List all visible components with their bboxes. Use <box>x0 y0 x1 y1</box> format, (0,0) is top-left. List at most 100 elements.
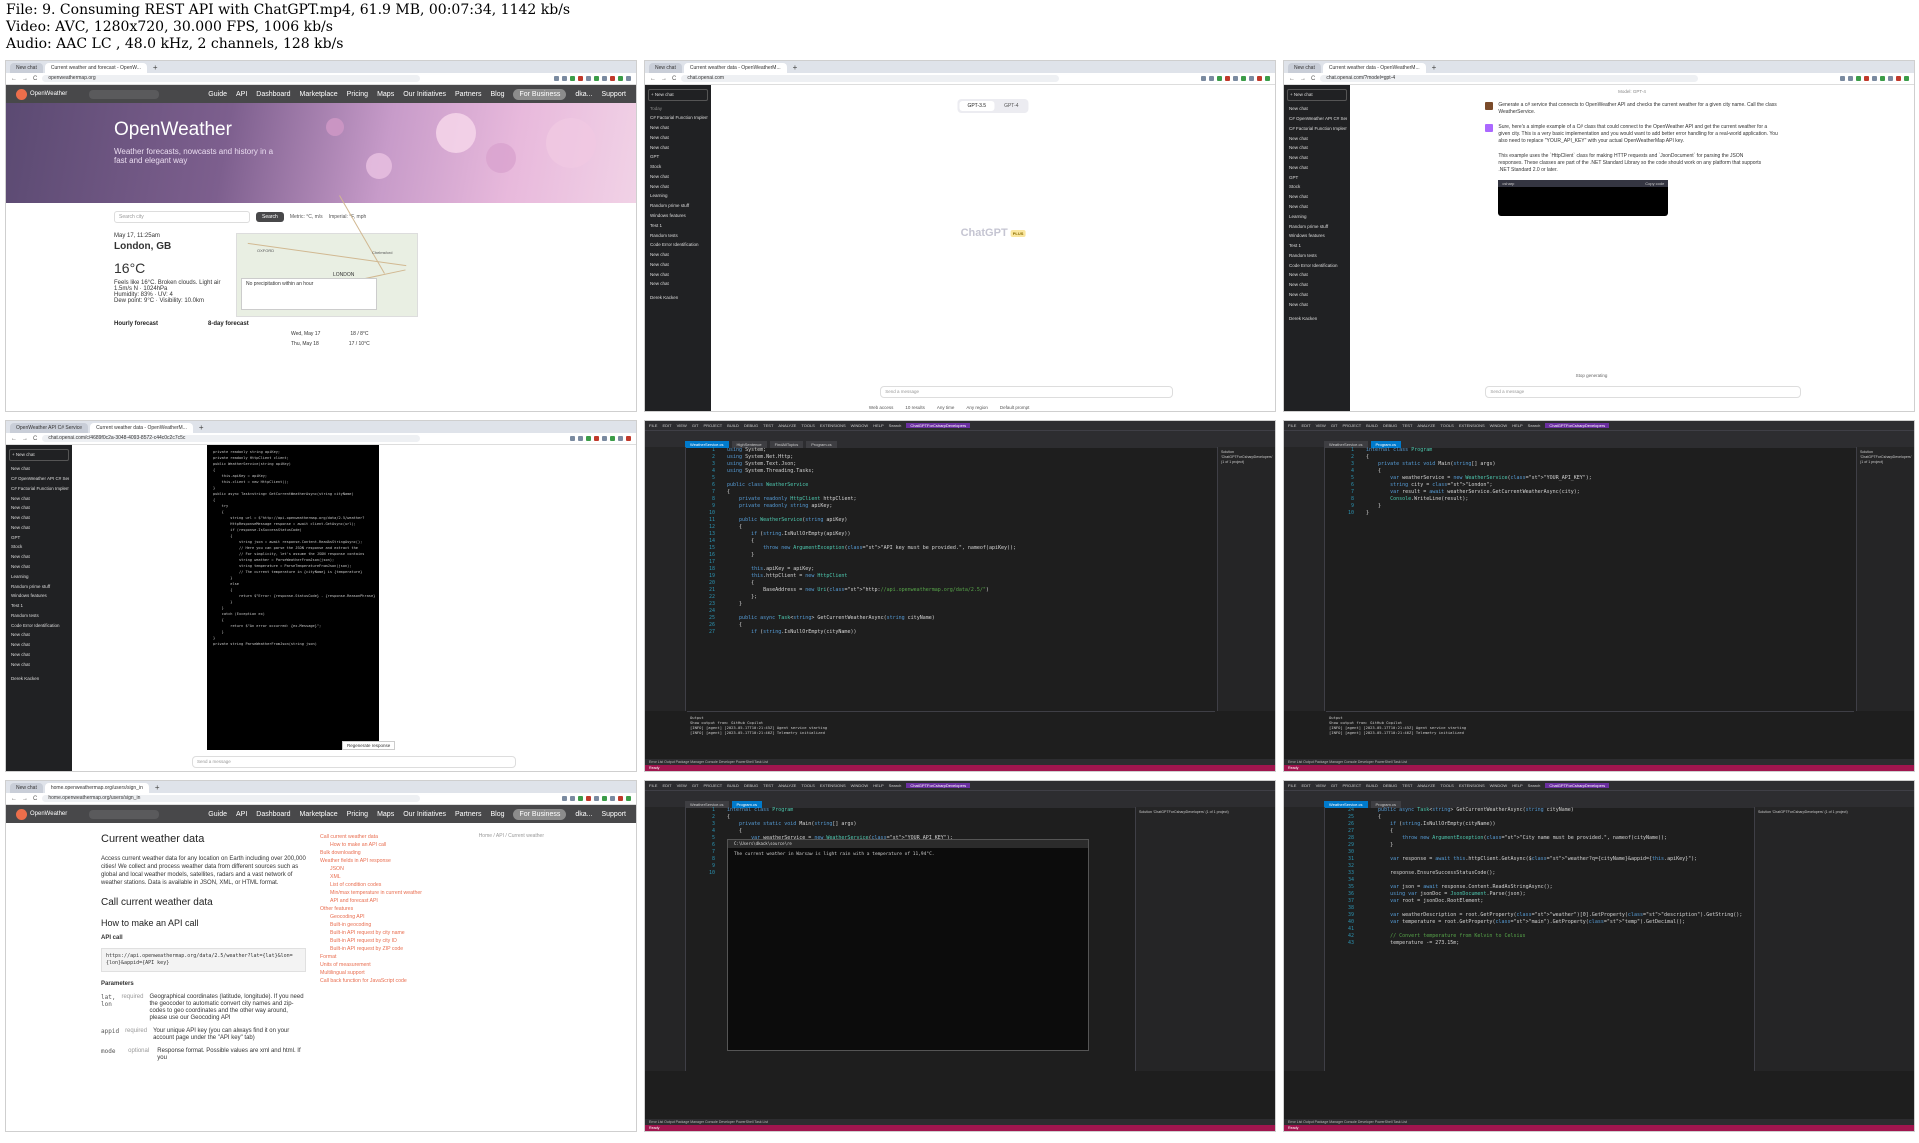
new-tab-button[interactable]: + <box>151 783 164 793</box>
sidebar-chat-item[interactable]: Test 1 <box>648 220 708 230</box>
toc-link[interactable]: Built-in API request by city name <box>320 929 430 937</box>
vs-menu-item[interactable]: VIEW <box>677 783 687 788</box>
sidebar-chat-item[interactable]: New chat <box>1287 133 1347 143</box>
toc-link[interactable]: Bulk downloading <box>320 849 430 857</box>
vs-menu-item[interactable]: TOOLS <box>1440 783 1454 788</box>
url-input[interactable]: openweathermap.org <box>42 75 421 82</box>
vs-menu-item[interactable]: BUILD <box>727 423 739 428</box>
vs-menu-item[interactable]: HELP <box>873 783 883 788</box>
message-input[interactable]: Send a message <box>1485 386 1802 398</box>
vs-menu-item[interactable]: TOOLS <box>1440 423 1454 428</box>
sidebar-chat-item[interactable]: New chat <box>9 562 69 572</box>
vs-menu-item[interactable]: PROJECT <box>1342 423 1361 428</box>
sidebar-chat-item[interactable]: New chat <box>1287 153 1347 163</box>
new-chat-button[interactable]: + New chat <box>648 89 708 101</box>
forward-icon[interactable]: → <box>22 76 28 82</box>
sidebar-chat-item[interactable]: Code Error Identification <box>648 240 708 250</box>
sidebar-chat-item[interactable]: Stock <box>9 542 69 552</box>
sidebar-chat-item[interactable]: New chat <box>1287 280 1347 290</box>
vs-menu-item[interactable]: WINDOW <box>851 783 869 788</box>
toc-link[interactable]: How to make an API call <box>320 841 430 849</box>
sidebar-chat-item[interactable]: New chat <box>9 650 69 660</box>
weather-map[interactable]: OXFORD Chelmsford LONDON No precipitatio… <box>236 195 418 317</box>
breadcrumb[interactable]: Home / API / Current weather <box>479 833 544 839</box>
sidebar-chat-item[interactable]: New chat <box>1287 270 1347 280</box>
nav-link[interactable]: Pricing <box>347 811 368 818</box>
vs-menu-item[interactable]: DEBUG <box>744 423 758 428</box>
sidebar-chat-item[interactable]: New chat <box>9 503 69 513</box>
sidebar-chat-item[interactable]: New chat <box>9 630 69 640</box>
copy-code-button[interactable]: Copy code <box>1645 180 1664 187</box>
vs-menu-item[interactable]: EDIT <box>1301 423 1310 428</box>
nav-link[interactable]: Dashboard <box>256 91 290 98</box>
code-editor[interactable]: 1 internal class Program 2{3 private stati… <box>1326 447 1854 709</box>
url-input[interactable]: chat.openai.com <box>681 75 1060 82</box>
vs-menu-item[interactable]: Search <box>1528 423 1541 428</box>
site-search-input[interactable] <box>89 89 160 99</box>
browser-tab[interactable]: Current weather data - OpenWeatherM... <box>683 63 787 73</box>
browser-tab[interactable]: Current weather and forecast - OpenW... <box>44 63 147 73</box>
nav-link[interactable]: Blog <box>490 811 504 818</box>
user-profile[interactable]: Derek Kacken <box>648 293 708 303</box>
sidebar-chat-item[interactable]: New chat <box>1287 143 1347 153</box>
sidebar-chat-item[interactable]: New chat <box>9 493 69 503</box>
sidebar-chat-item[interactable]: Code Error Identification <box>1287 260 1347 270</box>
vs-menu-item[interactable]: ANALYZE <box>1417 423 1435 428</box>
vs-menu-item[interactable]: ANALYZE <box>778 783 796 788</box>
sidebar-chat-item[interactable]: New chat <box>9 464 69 474</box>
vs-menu-item[interactable]: HELP <box>1512 783 1522 788</box>
message-input[interactable]: Send a message <box>880 386 1174 398</box>
browser-tab[interactable]: Current weather data - OpenWeatherM... <box>1322 63 1426 73</box>
vs-menu-item[interactable]: PROJECT <box>703 423 722 428</box>
sidebar-chat-item[interactable]: New chat <box>648 181 708 191</box>
back-icon[interactable]: ← <box>11 796 17 802</box>
vs-menu-item[interactable]: WINDOW <box>1490 783 1508 788</box>
sidebar-chat-item[interactable]: New chat <box>1287 162 1347 172</box>
toc-link[interactable]: API and forecast API <box>320 897 430 905</box>
sidebar-chat-item[interactable]: GPT <box>9 532 69 542</box>
sidebar-chat-item[interactable]: C# OpenWeather API C# Serv <box>9 474 69 484</box>
vs-menu-item[interactable]: DEBUG <box>744 783 758 788</box>
sidebar-chat-item[interactable]: New chat <box>648 279 708 289</box>
sidebar-chat-item[interactable]: New chat <box>9 513 69 523</box>
sidebar-chat-item[interactable]: Test 1 <box>1287 241 1347 251</box>
user-menu[interactable]: dka... <box>575 811 592 818</box>
vs-menu-item[interactable]: DEBUG <box>1383 783 1397 788</box>
sidebar-chat-item[interactable]: C# OpenWeather API C# Serv <box>1287 114 1347 124</box>
forward-icon[interactable]: → <box>22 436 28 442</box>
extension-icons[interactable] <box>1201 76 1270 81</box>
forward-icon[interactable]: → <box>661 76 667 82</box>
toc-link[interactable]: Units of measurement <box>320 961 430 969</box>
sidebar-chat-item[interactable]: Random prime stuff <box>648 201 708 211</box>
sidebar-chat-item[interactable]: New chat <box>9 522 69 532</box>
vs-menu-item[interactable]: ANALYZE <box>1417 783 1435 788</box>
vs-menu-item[interactable]: TOOLS <box>801 783 815 788</box>
vs-menu-item[interactable]: BUILD <box>1366 423 1378 428</box>
vs-menu-item[interactable]: GIT <box>1331 783 1338 788</box>
browser-tab[interactable]: OpenWeather API C# Service <box>10 423 89 433</box>
api-url-code[interactable]: https://api.openweathermap.org/data/2.5/… <box>101 948 306 972</box>
sidebar-chat-item[interactable]: New chat <box>648 142 708 152</box>
sidebar-chat-item[interactable]: New chat <box>648 269 708 279</box>
reload-icon[interactable]: C <box>33 76 37 82</box>
nav-link[interactable]: Our Initiatives <box>403 91 446 98</box>
new-tab-button[interactable]: + <box>789 63 802 73</box>
sidebar-chat-item[interactable]: New chat <box>648 260 708 270</box>
nav-link[interactable]: Maps <box>377 811 394 818</box>
support-menu[interactable]: Support <box>601 91 626 98</box>
model-gpt35-button[interactable]: GPT-3.5 <box>959 101 995 111</box>
region-select[interactable]: Any region <box>966 405 988 410</box>
vs-menu-item[interactable]: HELP <box>1512 423 1522 428</box>
vs-menu-item[interactable]: PROJECT <box>1342 783 1361 788</box>
extension-icons[interactable] <box>562 796 631 801</box>
sidebar-chat-item[interactable]: New chat <box>9 659 69 669</box>
sidebar-chat-item[interactable]: Random tests <box>9 611 69 621</box>
message-input[interactable]: Send a message <box>192 756 516 768</box>
nav-link[interactable]: Partners <box>455 91 481 98</box>
browser-tab[interactable]: New chat <box>1288 63 1321 73</box>
vs-menu-item[interactable]: EXTENSIONS <box>1459 423 1485 428</box>
extension-icons[interactable] <box>570 436 631 441</box>
reload-icon[interactable]: C <box>33 796 37 802</box>
sidebar-chat-item[interactable]: C# Factorial Function Implem <box>648 113 708 123</box>
for-business-button[interactable]: For Business <box>513 808 567 820</box>
